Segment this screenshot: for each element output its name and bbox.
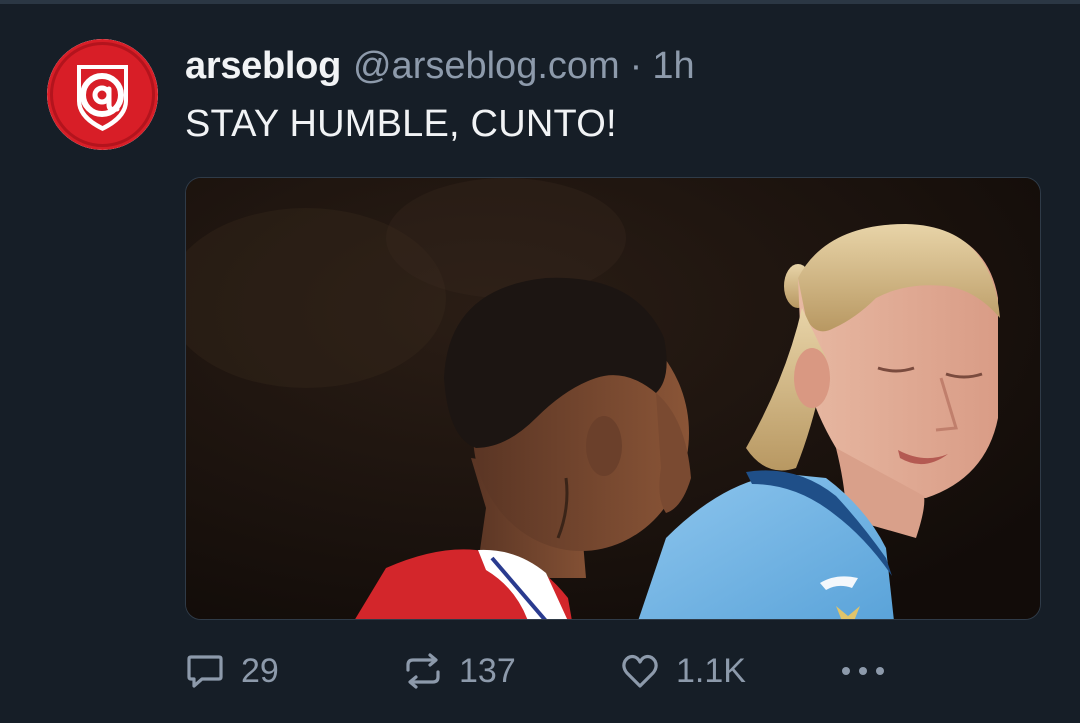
meta-separator: ·: [629, 45, 643, 87]
like-count: 1.1K: [676, 651, 746, 690]
speech-bubble-icon: [187, 655, 223, 688]
arsenal-a-crest-icon: [47, 39, 158, 150]
repost-count: 137: [459, 651, 516, 690]
post-image[interactable]: [185, 177, 1041, 620]
post-card[interactable]: arseblog @arseblog.com · 1h STAY HUMBLE,…: [0, 0, 1080, 723]
heart-icon: [622, 654, 658, 688]
author-handle[interactable]: @arseblog.com: [353, 42, 620, 90]
reply-count: 29: [241, 651, 279, 690]
photo-footballers-illustration: [186, 178, 1040, 619]
like-button[interactable]: 1.1K: [620, 648, 746, 694]
post-text: STAY HUMBLE, CUNTO!: [185, 103, 617, 145]
more-options-button[interactable]: [840, 648, 886, 694]
ellipsis-icon: [842, 667, 884, 675]
author-avatar[interactable]: [47, 39, 158, 150]
author-display-name[interactable]: arseblog: [185, 42, 341, 90]
repost-arrows-icon: [406, 653, 440, 689]
post-timestamp[interactable]: 1h: [652, 42, 694, 90]
post-header: arseblog @arseblog.com · 1h: [185, 42, 695, 90]
post-actions-bar: 29 137 1.1K: [185, 648, 905, 694]
repost-button[interactable]: 137: [403, 648, 516, 694]
reply-button[interactable]: 29: [185, 648, 279, 694]
